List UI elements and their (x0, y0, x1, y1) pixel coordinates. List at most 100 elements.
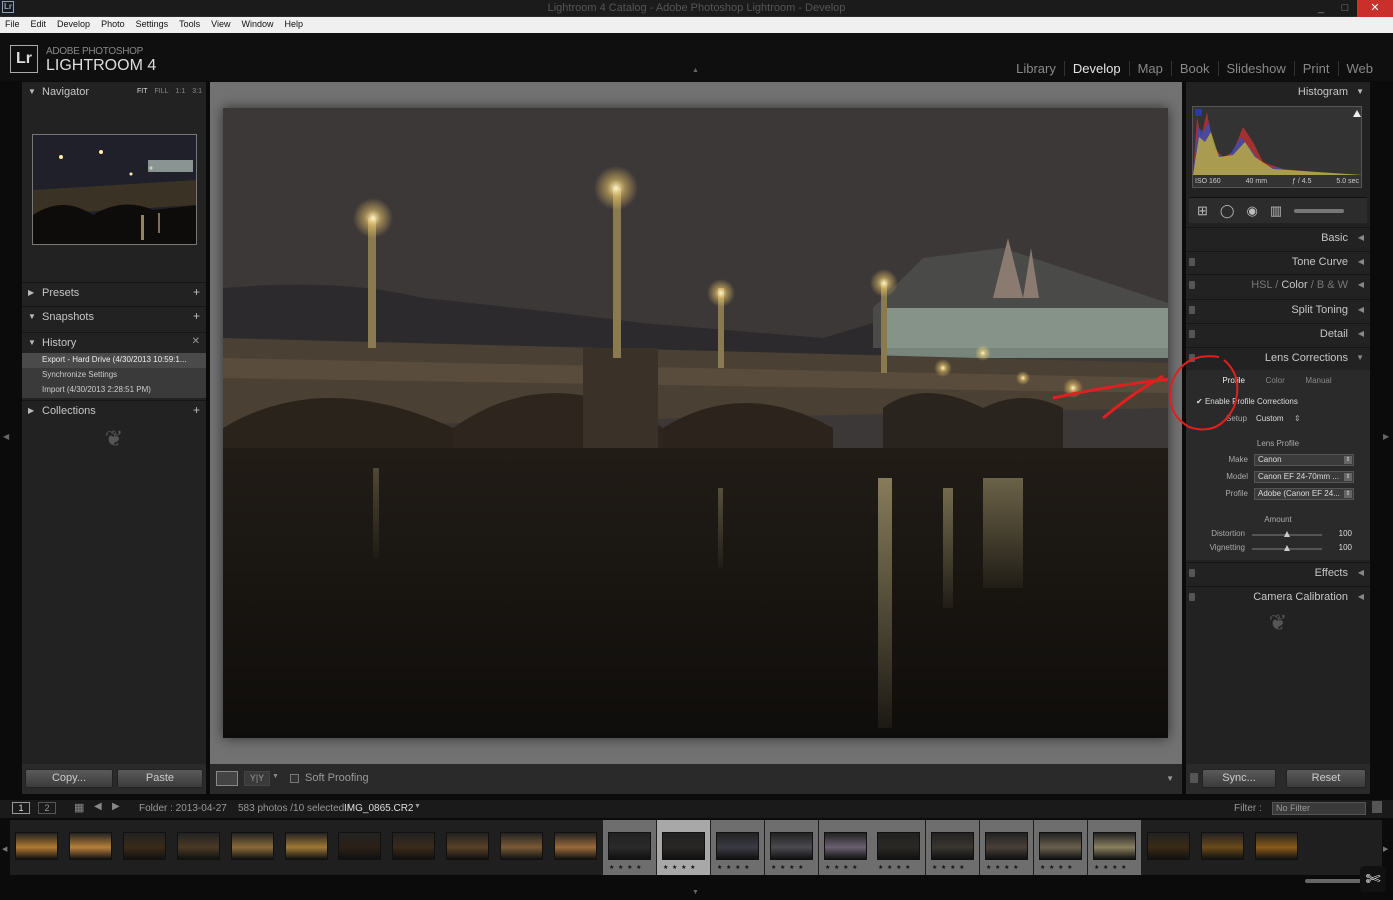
zoom-fill[interactable]: FILL (155, 88, 169, 95)
tab-manual[interactable]: Manual (1305, 373, 1331, 389)
navigator-header[interactable]: ▼ Navigator FIT FILL 1:1 3:1 (22, 82, 206, 104)
panel-switch-icon[interactable] (1189, 281, 1195, 289)
history-item[interactable]: Export - Hard Drive (4/30/2013 10:59:1..… (22, 353, 206, 368)
sync-button[interactable]: Sync... (1202, 769, 1276, 788)
presets-header[interactable]: ▶ Presets + (22, 282, 206, 304)
panel-switch-icon[interactable] (1189, 330, 1195, 338)
paste-button[interactable]: Paste (117, 769, 203, 788)
snapshots-header[interactable]: ▼ Snapshots + (22, 306, 206, 328)
clear-history-icon[interactable]: ✕ (192, 336, 200, 347)
filter-lock-icon[interactable] (1372, 801, 1382, 813)
forward-arrow-icon[interactable]: ▶ (112, 801, 120, 812)
add-preset-icon[interactable]: + (193, 285, 200, 299)
histogram-header[interactable]: Histogram ▼ (1186, 82, 1370, 104)
bw-tab[interactable]: B & W (1317, 279, 1348, 291)
module-develop[interactable]: Develop (1063, 61, 1129, 76)
filmstrip-scrollbar[interactable] (1305, 879, 1365, 883)
filmstrip-thumb[interactable] (333, 820, 386, 875)
filmstrip-thumb[interactable]: ★ ★ ★ ★ (926, 820, 979, 875)
panel-switch-icon[interactable] (1189, 306, 1195, 314)
vignetting-value[interactable]: 100 (1339, 543, 1352, 552)
menu-file[interactable]: File (0, 17, 26, 33)
menu-photo[interactable]: Photo (96, 17, 131, 33)
zoom-3-1[interactable]: 3:1 (192, 88, 202, 95)
collections-header[interactable]: ▶ Collections + (22, 400, 206, 422)
make-select[interactable]: Canon ⇕ (1254, 454, 1354, 466)
toolbar-menu-icon[interactable]: ▼ (1166, 774, 1174, 783)
filmstrip-scroll-right-icon[interactable]: ▶ (1383, 845, 1388, 853)
close-button[interactable]: ✕ (1357, 0, 1393, 17)
distortion-slider[interactable] (1252, 531, 1322, 537)
zoom-fit[interactable]: FIT (137, 88, 148, 95)
collapse-bottom-icon[interactable]: ▼ (692, 889, 699, 896)
navigator-preview[interactable] (32, 134, 197, 245)
copy-button[interactable]: Copy... (25, 769, 113, 788)
filmstrip-thumb[interactable] (64, 820, 117, 875)
chevron-down-icon[interactable]: ▼ (272, 773, 279, 780)
red-eye-icon[interactable]: ◉ (1246, 203, 1257, 219)
vignetting-slider[interactable] (1252, 545, 1322, 551)
module-library[interactable]: Library (1008, 61, 1064, 76)
filmstrip-thumb[interactable] (1196, 820, 1249, 875)
split-toning-header[interactable]: Split Toning ◀ (1186, 299, 1370, 321)
menu-tools[interactable]: Tools (174, 17, 206, 33)
star-rating[interactable]: ★ ★ ★ ★ (609, 864, 643, 871)
main-photo[interactable] (223, 108, 1168, 738)
filmstrip-thumb[interactable] (495, 820, 548, 875)
star-rating[interactable]: ★ ★ ★ ★ (932, 864, 966, 871)
filmstrip-thumb[interactable]: ★ ★ ★ ★ (603, 820, 656, 875)
filmstrip-thumb[interactable]: ★ ★ ★ ★ (711, 820, 764, 875)
tone-curve-header[interactable]: Tone Curve ◀ (1186, 251, 1370, 273)
collapse-left-icon[interactable]: ◀ (3, 432, 9, 441)
minimize-button[interactable]: _ (1309, 0, 1333, 17)
distortion-value[interactable]: 100 (1339, 529, 1352, 538)
filmstrip-thumb[interactable]: ★ ★ ★ ★ (657, 820, 710, 875)
star-rating[interactable]: ★ ★ ★ ★ (717, 864, 751, 871)
maximize-button[interactable]: □ (1333, 0, 1357, 17)
screen-2-button[interactable]: 2 (38, 802, 56, 814)
collapse-right-icon[interactable]: ▶ (1383, 432, 1389, 441)
panel-switch-icon[interactable] (1189, 593, 1195, 601)
reset-button[interactable]: Reset (1286, 769, 1366, 788)
soft-proofing-checkbox[interactable] (290, 774, 299, 783)
star-rating[interactable]: ★ ★ ★ ★ (825, 864, 859, 871)
setup-value[interactable]: Custom (1256, 414, 1284, 423)
before-after-icon[interactable]: Y|Y (244, 771, 270, 786)
add-collection-icon[interactable]: + (193, 403, 200, 417)
star-rating[interactable]: ★ ★ ★ ★ (1094, 864, 1128, 871)
module-book[interactable]: Book (1170, 61, 1218, 76)
filmstrip-thumb[interactable] (280, 820, 333, 875)
menu-help[interactable]: Help (280, 17, 310, 33)
folder-source[interactable]: Folder : 2013-04-27 (139, 803, 227, 814)
filmstrip-thumb[interactable]: ★ ★ ★ ★ (980, 820, 1033, 875)
star-rating[interactable]: ★ ★ ★ ★ (1040, 864, 1074, 871)
slider-knob[interactable] (1284, 531, 1290, 537)
filmstrip-thumb[interactable] (441, 820, 494, 875)
basic-header[interactable]: Basic ◀ (1186, 227, 1370, 249)
back-arrow-icon[interactable]: ◀ (94, 801, 102, 812)
menu-edit[interactable]: Edit (26, 17, 53, 33)
crop-tool-icon[interactable]: ⊞ (1197, 203, 1208, 219)
histogram-graph[interactable]: ISO 160 40 mm ƒ / 4.5 5.0 sec (1192, 106, 1363, 188)
filmstrip-thumb[interactable]: ★ ★ ★ ★ (1088, 820, 1141, 875)
filmstrip-thumb[interactable] (118, 820, 171, 875)
filmstrip-thumb[interactable] (1250, 820, 1303, 875)
filmstrip-thumb[interactable] (10, 820, 63, 875)
panel-switch-icon[interactable] (1190, 773, 1198, 783)
filmstrip-thumb[interactable] (549, 820, 602, 875)
filmstrip-thumb[interactable]: ★ ★ ★ ★ (819, 820, 872, 875)
menu-window[interactable]: Window (237, 17, 280, 33)
detail-header[interactable]: Detail ◀ (1186, 323, 1370, 345)
panel-switch-icon[interactable] (1189, 258, 1195, 266)
filmstrip-scroll-left-icon[interactable]: ◀ (2, 845, 7, 853)
add-snapshot-icon[interactable]: + (193, 309, 200, 323)
adjustment-brush-icon[interactable] (1294, 208, 1345, 213)
loupe-view-icon[interactable] (216, 771, 238, 786)
slider-knob[interactable] (1284, 545, 1290, 551)
menu-view[interactable]: View (206, 17, 236, 33)
collapse-top-icon[interactable]: ▲ (692, 67, 699, 74)
filmstrip-thumb[interactable] (1142, 820, 1195, 875)
zoom-1-1[interactable]: 1:1 (176, 88, 186, 95)
star-rating[interactable]: ★ ★ ★ ★ (663, 864, 697, 871)
spot-removal-icon[interactable]: ◯ (1220, 203, 1235, 219)
